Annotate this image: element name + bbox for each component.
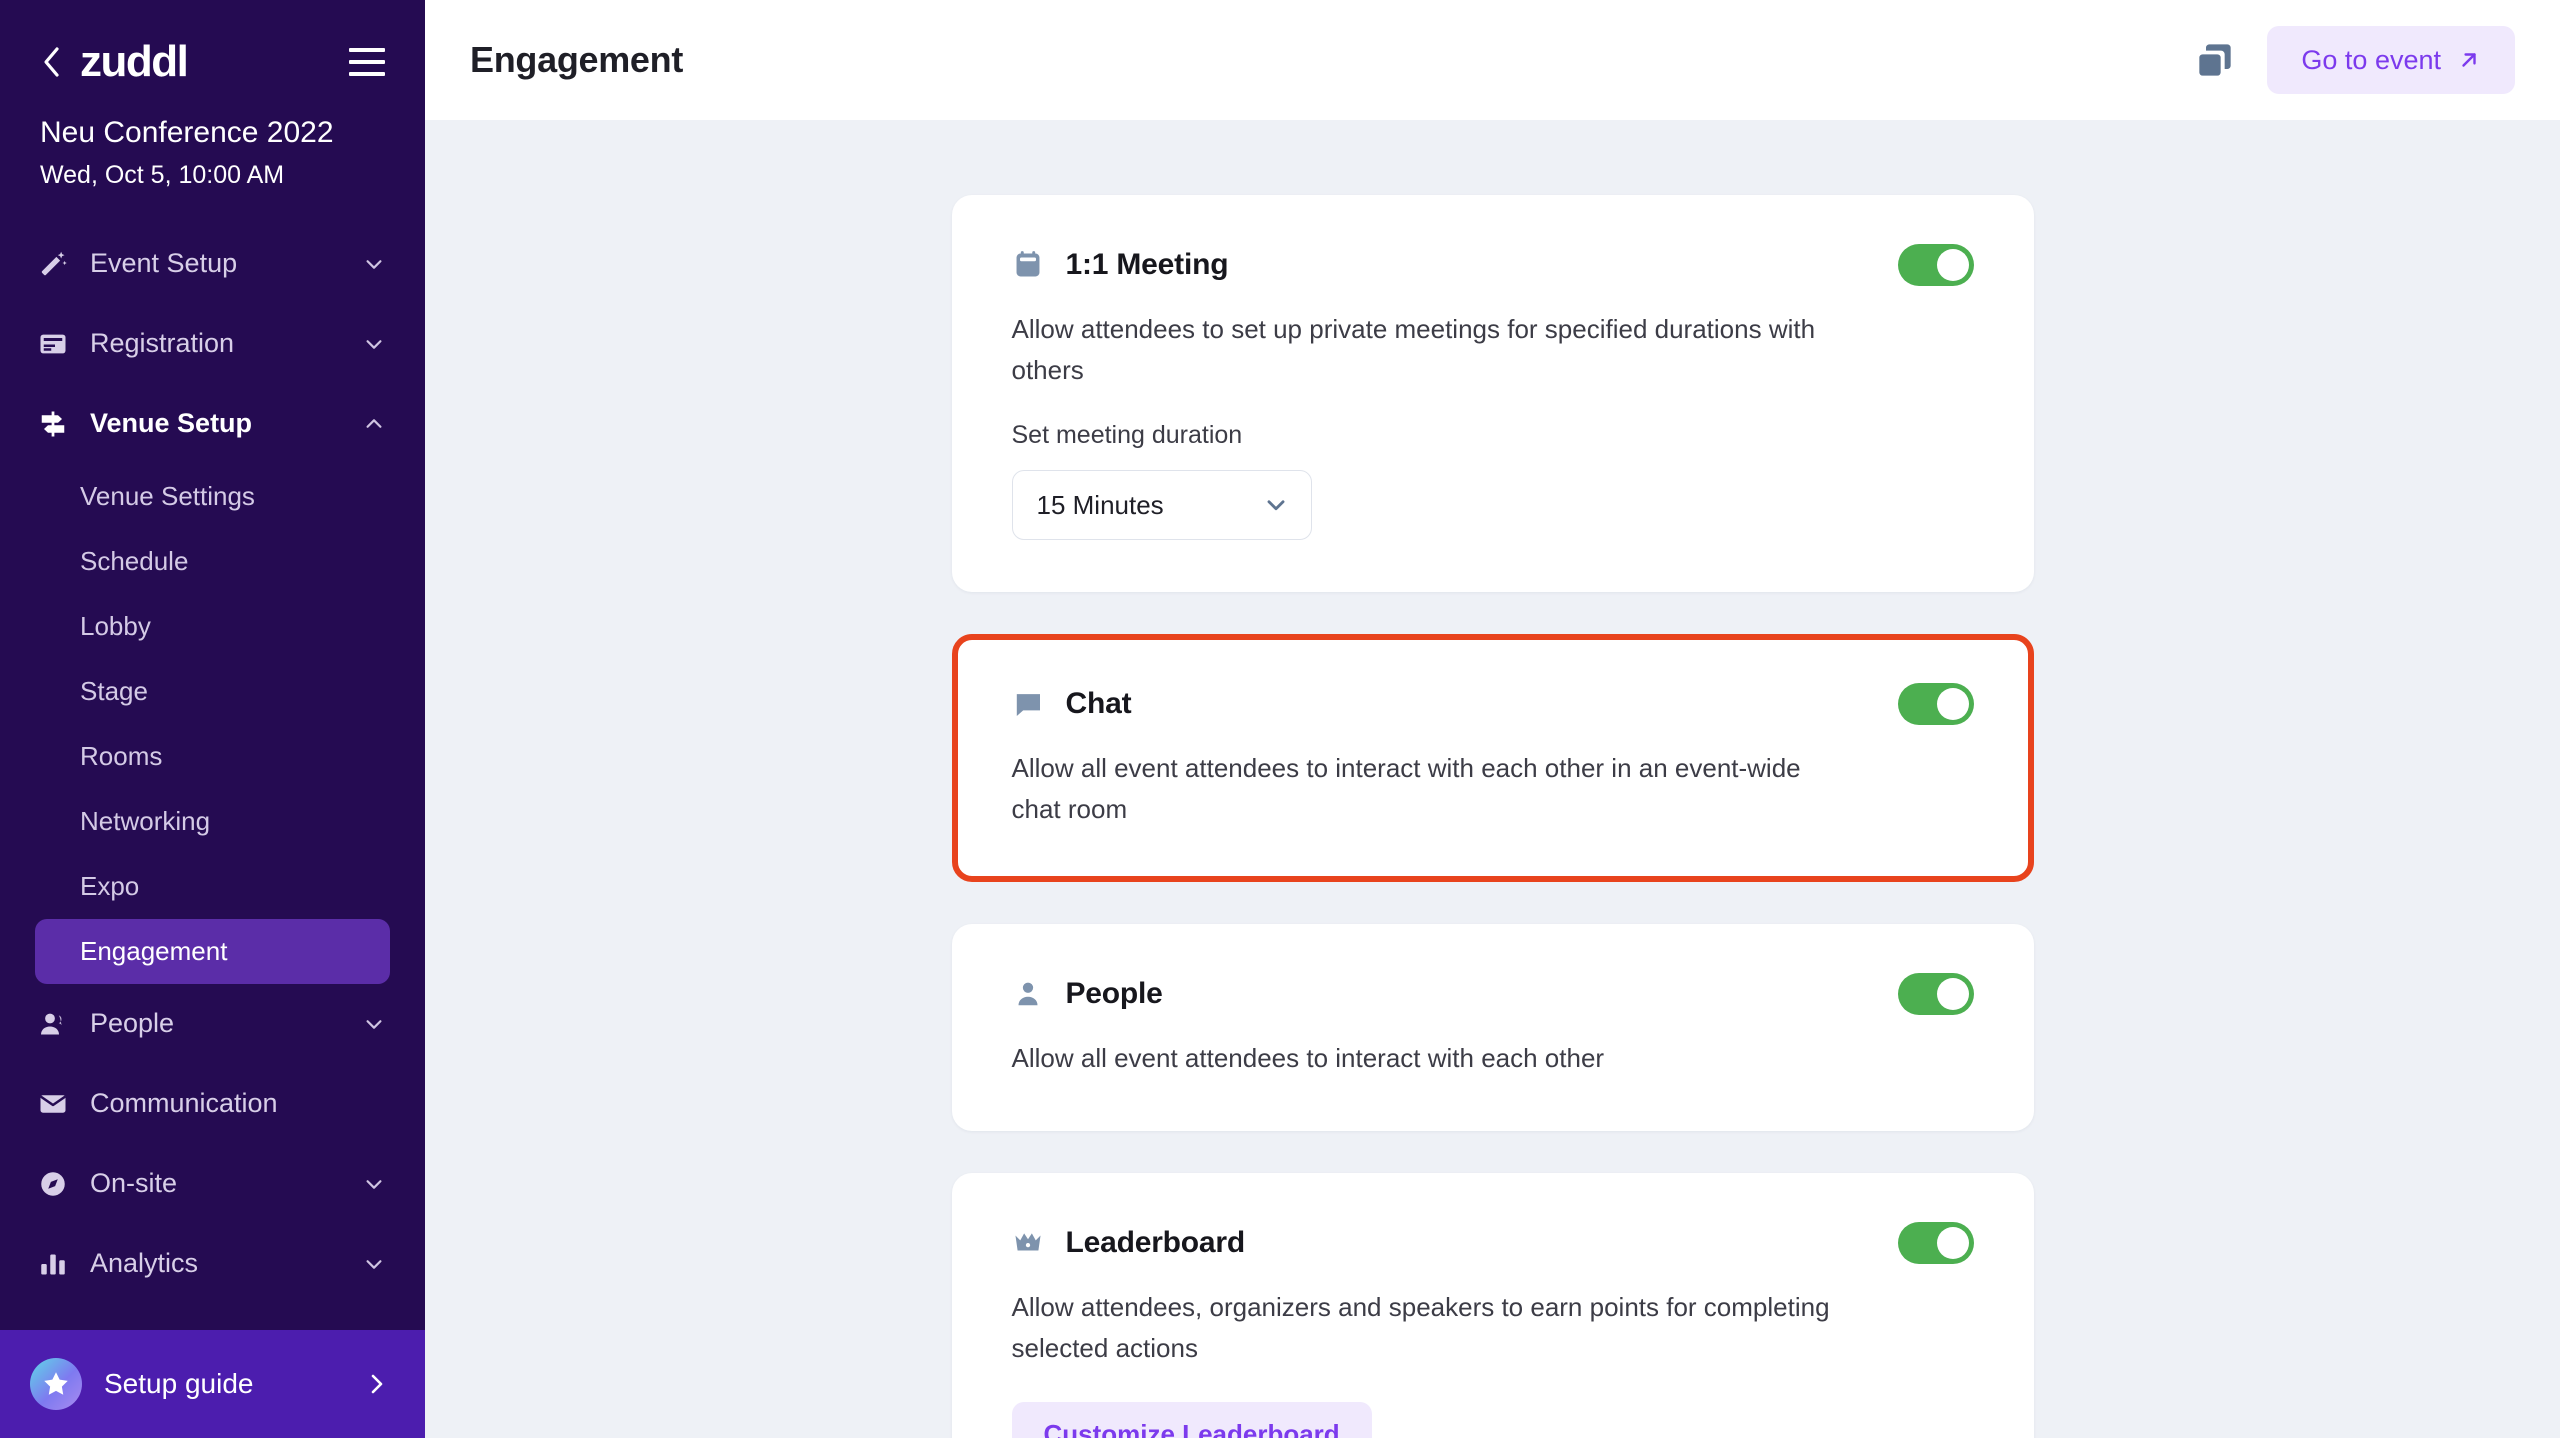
sidebar-item-people[interactable]: People: [0, 984, 425, 1064]
brand-group: zuddl: [40, 40, 189, 84]
card-description: Allow attendees to set up private meetin…: [1011, 314, 1816, 386]
card-description: Allow attendees, organizers and speakers…: [1011, 1292, 1830, 1364]
star-icon: [30, 1358, 82, 1410]
person-icon: [1012, 978, 1044, 1010]
sidebar-item-venue-setup[interactable]: Venue Setup: [0, 384, 425, 464]
bar-chart-icon: [36, 1247, 70, 1281]
sidebar-item-registration[interactable]: Registration: [0, 304, 425, 384]
event-name: Neu Conference 2022: [40, 116, 334, 149]
chevron-down-icon: [1263, 492, 1289, 518]
meeting-duration-value: 15 Minutes: [1036, 489, 1164, 520]
calendar-icon: [1012, 249, 1044, 281]
chevron-up-icon[interactable]: [363, 413, 385, 435]
card-one-on-one-meeting: 1:1 Meeting Allow attendees to set up pr…: [951, 195, 2034, 593]
sidebar-item-label: On-site: [90, 1168, 178, 1198]
sidebar: zuddl Neu Conference 2022 Wed, Oct 5, 10…: [0, 0, 425, 1438]
sidebar-item-label: Event Setup: [90, 248, 238, 278]
toggle-chat[interactable]: [1897, 683, 1974, 726]
sidebar-header: zuddl: [0, 0, 425, 92]
page-title: Engagement: [470, 39, 684, 80]
sidebar-nav: Event Setup Registration Venue Setup Ven…: [0, 216, 425, 1331]
sidebar-item-stage[interactable]: Stage: [35, 659, 390, 724]
form-card-icon: [36, 327, 70, 361]
card-leaderboard: Leaderboard Allow attendees, organizers …: [951, 1173, 2034, 1438]
person-icon: [36, 1007, 70, 1041]
app-root: zuddl Neu Conference 2022 Wed, Oct 5, 10…: [0, 0, 2560, 1438]
event-date: Wed, Oct 5, 10:00 AM: [40, 160, 285, 189]
go-to-event-label: Go to event: [2301, 44, 2441, 75]
setup-guide-button[interactable]: Setup guide: [0, 1330, 425, 1438]
sidebar-item-label: Registration: [90, 328, 235, 358]
topbar: Engagement Go to event: [425, 0, 2560, 120]
sidebar-item-lobby[interactable]: Lobby: [35, 594, 390, 659]
chevron-down-icon[interactable]: [363, 1173, 385, 1195]
go-to-event-button[interactable]: Go to event: [2267, 26, 2515, 94]
toggle-one-on-one-meeting[interactable]: [1897, 244, 1974, 286]
card-title: Chat: [1065, 687, 1132, 721]
nav-caret-spacer: [363, 1093, 385, 1115]
hamburger-menu-icon[interactable]: [349, 48, 385, 76]
toggle-people[interactable]: [1897, 973, 1974, 1016]
chevron-right-icon: [367, 1372, 387, 1396]
duplicate-icon[interactable]: [2191, 36, 2239, 84]
chevron-down-icon[interactable]: [363, 1253, 385, 1275]
card-chat: Chat Allow all event attendees to intera…: [951, 634, 2034, 883]
sidebar-item-communication[interactable]: Communication: [0, 1064, 425, 1144]
topbar-actions: Go to event: [2191, 26, 2515, 94]
chevron-down-icon[interactable]: [363, 253, 385, 275]
engagement-card-stack: 1:1 Meeting Allow attendees to set up pr…: [951, 195, 2034, 1438]
crown-icon: [1012, 1227, 1044, 1259]
sidebar-subnav-venue-setup: Venue Settings Schedule Lobby Stage Room…: [0, 464, 425, 984]
card-description: Allow all event attendees to interact wi…: [1011, 1043, 1605, 1074]
sidebar-item-venue-settings[interactable]: Venue Settings: [35, 464, 390, 529]
sidebar-item-networking[interactable]: Networking: [35, 789, 390, 854]
brand-logo[interactable]: zuddl: [80, 40, 189, 84]
event-info: Neu Conference 2022 Wed, Oct 5, 10:00 AM: [0, 92, 425, 216]
customize-leaderboard-button[interactable]: Customize Leaderboard: [1011, 1401, 1372, 1438]
main-area: Engagement Go to event 1:1 Meeting Allow…: [425, 0, 2560, 1438]
engagement-settings-content: 1:1 Meeting Allow attendees to set up pr…: [425, 120, 2560, 1438]
arrow-up-right-icon: [2457, 48, 2481, 72]
setup-guide-label: Setup guide: [104, 1368, 254, 1399]
chevron-down-icon[interactable]: [363, 1013, 385, 1035]
chat-bubble-icon: [1012, 688, 1044, 720]
card-header: Chat: [1012, 682, 1974, 726]
card-title: People: [1065, 977, 1163, 1011]
sidebar-item-engagement[interactable]: Engagement: [35, 918, 390, 984]
toggle-leaderboard[interactable]: [1897, 1222, 1974, 1265]
magic-wand-icon: [36, 247, 70, 281]
meeting-duration-label: Set meeting duration: [1011, 421, 1243, 450]
card-header: Leaderboard: [1012, 1221, 1974, 1265]
sidebar-item-expo[interactable]: Expo: [35, 854, 390, 919]
signpost-icon: [36, 407, 70, 441]
card-header: 1:1 Meeting: [1012, 243, 1974, 287]
card-description: Allow all event attendees to interact wi…: [1011, 753, 1801, 825]
envelope-icon: [36, 1087, 70, 1121]
meeting-duration-select[interactable]: 15 Minutes: [1011, 470, 1312, 541]
sidebar-item-schedule[interactable]: Schedule: [35, 529, 390, 594]
sidebar-item-label: Analytics: [90, 1248, 199, 1278]
card-title: 1:1 Meeting: [1065, 248, 1229, 281]
sidebar-item-analytics[interactable]: Analytics: [0, 1224, 425, 1304]
chevron-down-icon[interactable]: [363, 333, 385, 355]
sidebar-item-label: Communication: [90, 1088, 278, 1118]
card-title: Leaderboard: [1065, 1226, 1246, 1260]
compass-icon: [36, 1167, 70, 1201]
sidebar-item-label: Venue Setup: [90, 408, 253, 438]
sidebar-item-label: People: [90, 1008, 175, 1038]
sidebar-item-on-site[interactable]: On-site: [0, 1144, 425, 1224]
sidebar-item-event-setup[interactable]: Event Setup: [0, 224, 425, 304]
card-people: People Allow all event attendees to inte…: [951, 924, 2034, 1132]
card-header: People: [1012, 972, 1974, 1016]
chevron-left-icon[interactable]: [40, 45, 62, 79]
sidebar-item-rooms[interactable]: Rooms: [35, 724, 390, 789]
